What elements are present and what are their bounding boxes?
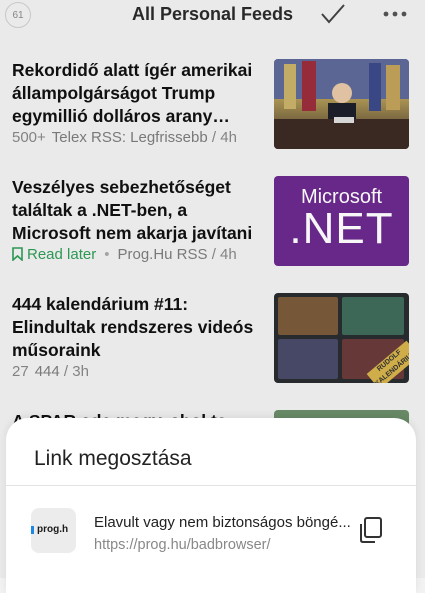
- shared-link-title: Elavult vagy nem biztonságos böngé...: [94, 514, 351, 531]
- shared-link-url: https://prog.hu/badbrowser/: [94, 537, 271, 553]
- share-sheet: Link megosztása prog.h Elavult vagy nem …: [6, 418, 416, 593]
- copy-icon[interactable]: [358, 516, 384, 544]
- share-sheet-title: Link megosztása: [34, 447, 192, 470]
- divider: [6, 485, 416, 486]
- site-favicon: prog.h: [31, 508, 76, 553]
- shared-link-row[interactable]: prog.h Elavult vagy nem biztonságos böng…: [6, 498, 416, 568]
- favicon-accent: [31, 526, 34, 534]
- favicon-text: prog.h: [37, 524, 69, 535]
